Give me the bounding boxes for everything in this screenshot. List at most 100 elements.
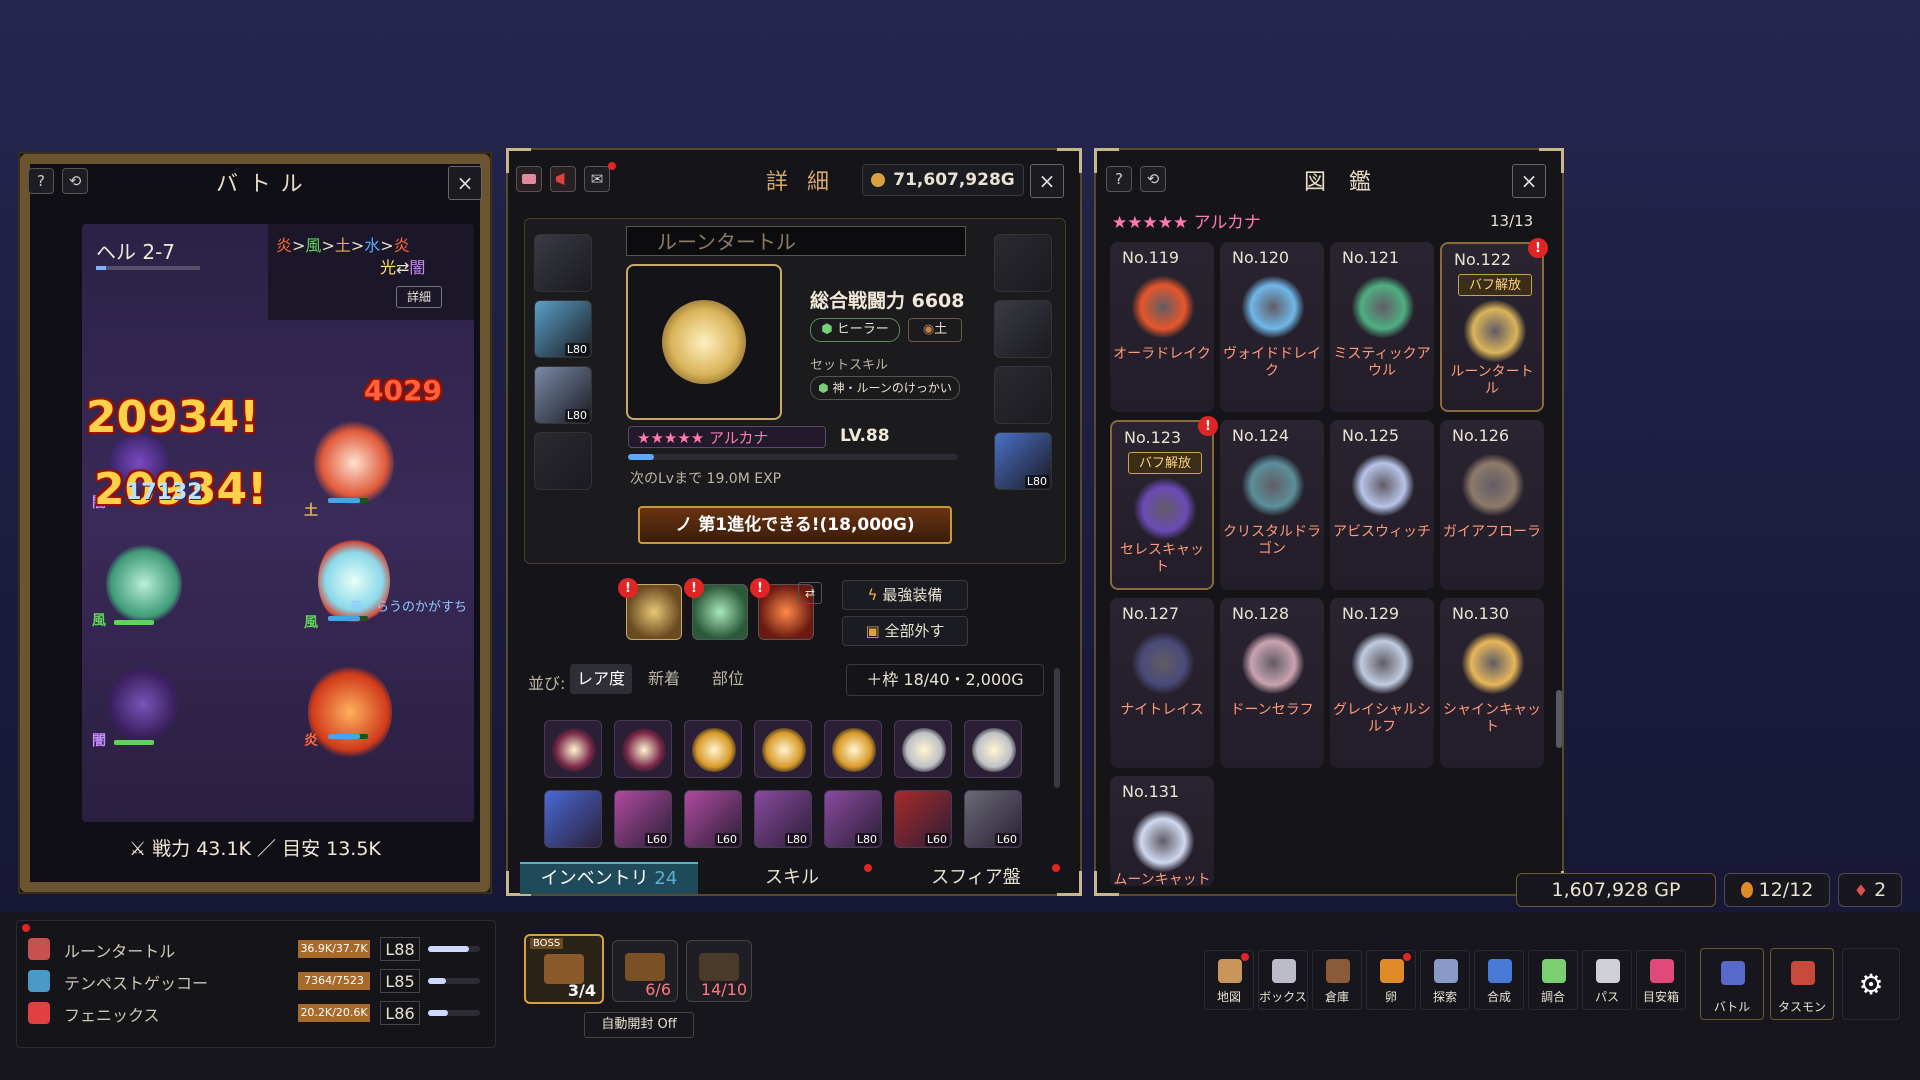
bag-icon[interactable] xyxy=(516,166,542,192)
party-hp: 20.2K/20.6K xyxy=(298,1004,370,1022)
equip-slot-right[interactable]: L80 xyxy=(994,432,1052,490)
elem-water: 水 xyxy=(364,236,381,255)
equip-slot-left[interactable] xyxy=(534,234,592,292)
sort-tab-new[interactable]: 新着 xyxy=(638,664,690,694)
toolbar-icon xyxy=(1488,959,1512,983)
role-label: ヒーラー xyxy=(836,322,889,337)
equip-slot-left[interactable]: L80 xyxy=(534,366,592,424)
dex-close-button[interactable]: × xyxy=(1512,164,1546,198)
refresh-button[interactable]: ⟲ xyxy=(1140,166,1166,192)
item-level: L80 xyxy=(784,833,809,846)
detail-close-button[interactable]: × xyxy=(1030,164,1064,198)
dex-card[interactable]: No.125 アビスウィッチ xyxy=(1330,420,1434,590)
normal-chest[interactable]: 6/6 xyxy=(612,940,678,1002)
element-badge: ◉土 xyxy=(908,318,962,342)
inventory-item[interactable] xyxy=(684,720,742,778)
element-wind-label: 風 xyxy=(304,615,318,631)
toolbar-button-0[interactable]: 地図 xyxy=(1204,950,1254,1010)
help-button[interactable]: ? xyxy=(1106,166,1132,192)
inventory-scrollbar[interactable] xyxy=(1054,668,1060,788)
enemy-earth-monster xyxy=(314,420,394,506)
detail-button[interactable]: 詳細 xyxy=(396,286,442,308)
inventory-item[interactable] xyxy=(544,790,602,848)
wood-chest[interactable]: 14/10 xyxy=(686,940,752,1002)
inventory-item[interactable]: L60 xyxy=(684,790,742,848)
toolbar-button-9[interactable]: バトル xyxy=(1700,948,1764,1020)
dex-card[interactable]: No.119 オーラドレイク xyxy=(1110,242,1214,412)
level-label: LV.88 xyxy=(840,426,890,446)
toolbar-label: バトル xyxy=(1713,1000,1751,1014)
tab-sphere[interactable]: スフィア盤 xyxy=(888,862,1064,894)
equip-slot-left[interactable]: L80 xyxy=(534,300,592,358)
dex-card[interactable]: No.123 バフ解放! セレスキャット xyxy=(1110,416,1218,590)
buff-unlock-badge: バフ解放 xyxy=(1458,274,1532,296)
auto-open-toggle[interactable]: 自動開封 Off xyxy=(584,1012,694,1038)
dex-monster-image xyxy=(1352,454,1414,516)
inventory-item[interactable] xyxy=(754,720,812,778)
tab-inventory[interactable]: インベントリ 24 xyxy=(520,862,698,894)
dex-card[interactable]: No.120 ヴォイドドレイク xyxy=(1220,242,1324,412)
toolbar-button-3[interactable]: 卵 xyxy=(1366,950,1416,1010)
equip-slot-right[interactable] xyxy=(994,366,1052,424)
equip-slot-right[interactable] xyxy=(994,300,1052,358)
dex-card[interactable]: No.129 グレイシャルシルフ xyxy=(1330,598,1434,768)
swap-team-button[interactable]: ⇄ xyxy=(798,582,822,604)
toolbar-button-10[interactable]: タスモン xyxy=(1770,948,1834,1020)
set-skill-badge[interactable]: ⬢ 神・ルーンのけっかい xyxy=(810,376,960,400)
evolve-button[interactable]: ノ 第1進化できる!(18,000G) xyxy=(638,506,952,544)
dex-card[interactable]: No.124 クリスタルドラゴン xyxy=(1220,420,1324,590)
toolbar-button-8[interactable]: 目安箱 xyxy=(1636,950,1686,1010)
tab-skill[interactable]: スキル xyxy=(704,862,880,894)
equip-slot-left[interactable] xyxy=(534,432,592,490)
toolbar-button-2[interactable]: 倉庫 xyxy=(1312,950,1362,1010)
inventory-item[interactable]: L80 xyxy=(824,790,882,848)
expand-capacity-button[interactable]: ＋枠 18/40・2,000G xyxy=(846,664,1044,696)
dex-title: 図 鑑 xyxy=(1304,170,1379,195)
gold-bag-icon xyxy=(871,173,886,187)
inventory-item[interactable] xyxy=(894,720,952,778)
toolbar-button-7[interactable]: パス xyxy=(1582,950,1632,1010)
enemy-hp-bar xyxy=(328,734,368,739)
dex-scrollbar[interactable] xyxy=(1556,690,1562,748)
dex-card[interactable]: No.127 ナイトレイス xyxy=(1110,598,1214,768)
dex-card[interactable]: No.130 シャインキャット xyxy=(1440,598,1544,768)
equip-slot-right[interactable] xyxy=(994,234,1052,292)
inventory-item[interactable]: L60 xyxy=(964,790,1022,848)
dex-card[interactable]: No.121 ミスティックアウル xyxy=(1330,242,1434,412)
help-button[interactable]: ? xyxy=(28,168,54,194)
sort-tab-rarity[interactable]: レア度 xyxy=(570,664,632,694)
element-earth-label: 土 xyxy=(304,503,318,519)
boss-chest[interactable]: BOSS 3/4 xyxy=(524,934,604,1004)
toolbar-button-6[interactable]: 調合 xyxy=(1528,950,1578,1010)
inventory-item[interactable] xyxy=(544,720,602,778)
battle-close-button[interactable]: × xyxy=(448,166,482,200)
party-hp: 36.9K/37.7K xyxy=(298,940,370,958)
inventory-item[interactable]: L60 xyxy=(894,790,952,848)
inventory-item[interactable] xyxy=(614,720,672,778)
toolbar-button-1[interactable]: ボックス xyxy=(1258,950,1308,1010)
toolbar-button-4[interactable]: 探索 xyxy=(1420,950,1470,1010)
inventory-item[interactable] xyxy=(824,720,882,778)
sort-tab-part[interactable]: 部位 xyxy=(702,664,754,694)
inventory-item[interactable]: L60 xyxy=(614,790,672,848)
dex-number: No.130 xyxy=(1452,604,1510,623)
inventory-item[interactable]: L80 xyxy=(754,790,812,848)
settings-button[interactable]: ⚙ xyxy=(1842,948,1900,1020)
dex-card[interactable]: No.126 ガイアフローラ xyxy=(1440,420,1544,590)
inventory-item[interactable] xyxy=(964,720,1022,778)
dex-card[interactable]: No.131 ムーンキャット xyxy=(1110,776,1214,888)
unequip-all-button[interactable]: ▣ 全部外す xyxy=(842,616,968,646)
chest-icon xyxy=(544,954,584,984)
toolbar-button-5[interactable]: 合成 xyxy=(1474,950,1524,1010)
mail-icon[interactable]: ✉ xyxy=(584,166,610,192)
key-count: ♦ 2 xyxy=(1838,873,1902,907)
buff-unlock-badge: バフ解放 xyxy=(1128,452,1202,474)
refresh-button[interactable]: ⟲ xyxy=(62,168,88,194)
total-power: 総合戦闘力 6608 xyxy=(810,290,965,312)
dex-card[interactable]: No.122 バフ解放! ルーンタートル xyxy=(1440,238,1548,412)
dex-number: No.125 xyxy=(1342,426,1400,445)
dex-card[interactable]: No.128 ドーンセラフ xyxy=(1220,598,1324,768)
swap-icon: ⇄ xyxy=(396,258,410,277)
best-equip-button[interactable]: ϟ 最強装備 xyxy=(842,580,968,610)
megaphone-icon[interactable] xyxy=(550,166,576,192)
